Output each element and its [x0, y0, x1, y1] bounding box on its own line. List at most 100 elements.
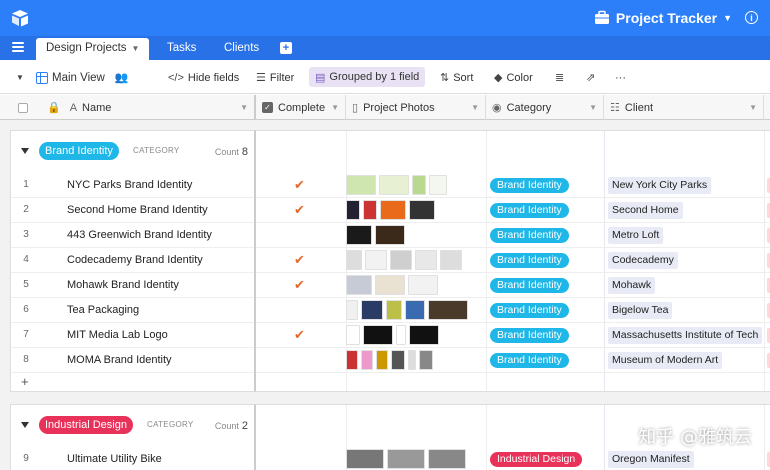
client-link-chip[interactable]: Bigelow Tea: [608, 302, 673, 319]
tab-design-projects[interactable]: Design Projects ▼: [36, 38, 150, 60]
select-all-checkbox[interactable]: [18, 102, 28, 113]
client-column-header[interactable]: ☷ Client ▼: [604, 95, 764, 120]
base-title-menu[interactable]: Project Tracker ▼: [594, 8, 732, 28]
table-row[interactable]: 1 NYC Parks Brand Identity: [11, 173, 254, 198]
group-header[interactable]: Brand Identity CATEGORY Count 8: [11, 131, 254, 173]
complete-column-header[interactable]: ✓ Complete ▼: [256, 95, 346, 120]
table-row[interactable]: ✔ Brand Identity Massachusetts Institute o…: [256, 323, 770, 348]
photo-thumbnail[interactable]: [363, 200, 377, 220]
photo-thumbnail[interactable]: [346, 200, 360, 220]
photo-thumbnail[interactable]: [346, 350, 358, 370]
category-pill[interactable]: Brand Identity: [490, 178, 569, 193]
table-row[interactable]: 9 Ultimate Utility Bike: [11, 447, 254, 470]
category-pill[interactable]: Brand Identity: [490, 353, 569, 368]
color-button[interactable]: ◆ Color: [494, 69, 533, 86]
photo-thumbnail[interactable]: [391, 350, 405, 370]
photo-thumbnail[interactable]: [346, 175, 376, 195]
photo-thumbnail[interactable]: [375, 225, 405, 245]
group-header[interactable]: Industrial Design CATEGORY Count 2: [11, 405, 254, 447]
info-icon[interactable]: i: [745, 11, 758, 24]
project-photos-cell[interactable]: [346, 325, 439, 345]
photo-thumbnail[interactable]: [396, 325, 406, 345]
photo-thumbnail[interactable]: [429, 175, 447, 195]
filter-button[interactable]: ☰ Filter: [256, 69, 294, 86]
photo-thumbnail[interactable]: [346, 275, 372, 295]
photo-thumbnail[interactable]: [390, 250, 412, 270]
photo-thumbnail[interactable]: [346, 449, 384, 469]
complete-check-icon[interactable]: ✔: [294, 252, 305, 268]
table-row[interactable]: ✔ Brand Identity Second Home: [256, 198, 770, 223]
complete-check-icon[interactable]: ✔: [294, 202, 305, 218]
project-photos-cell[interactable]: [346, 250, 462, 270]
record-name-cell[interactable]: NYC Parks Brand Identity: [67, 179, 192, 191]
complete-check-icon[interactable]: ✔: [294, 327, 305, 343]
record-name-cell[interactable]: Second Home Brand Identity: [67, 204, 208, 216]
photo-thumbnail[interactable]: [375, 275, 405, 295]
row-height-button[interactable]: ≣: [555, 69, 564, 86]
table-row[interactable]: 8 MOMA Brand Identity: [11, 348, 254, 373]
record-name-cell[interactable]: Ultimate Utility Bike: [67, 453, 162, 465]
photo-thumbnail[interactable]: [419, 350, 433, 370]
next-column-header[interactable]: [764, 95, 770, 120]
client-link-chip[interactable]: New York City Parks: [608, 177, 712, 194]
record-name-cell[interactable]: 443 Greenwich Brand Identity: [67, 229, 212, 241]
chevron-down-icon[interactable]: [21, 422, 29, 428]
category-pill[interactable]: Brand Identity: [490, 203, 569, 218]
category-pill[interactable]: Brand Identity: [490, 328, 569, 343]
photo-thumbnail[interactable]: [365, 250, 387, 270]
client-link-chip[interactable]: Codecademy: [608, 252, 678, 269]
table-row[interactable]: Brand Identity Museum of Modern Art: [256, 348, 770, 373]
project-photos-cell[interactable]: [346, 225, 405, 245]
share-view-button[interactable]: ⇗: [586, 69, 595, 86]
photo-thumbnail[interactable]: [386, 300, 402, 320]
photo-thumbnail[interactable]: [409, 325, 439, 345]
group-button[interactable]: ▤ Grouped by 1 field: [309, 67, 426, 87]
table-row[interactable]: ✔ Brand Identity Mohawk: [256, 273, 770, 298]
project-photos-cell[interactable]: [346, 449, 466, 469]
primary-column-header[interactable]: 🔒 A Name ▼: [0, 95, 256, 120]
more-button[interactable]: ···: [615, 69, 626, 86]
photo-thumbnail[interactable]: [376, 350, 388, 370]
table-row[interactable]: 2 Second Home Brand Identity: [11, 198, 254, 223]
project-photos-cell[interactable]: [346, 350, 433, 370]
photo-thumbnail[interactable]: [346, 325, 360, 345]
table-row[interactable]: 6 Tea Packaging: [11, 298, 254, 323]
category-pill[interactable]: Brand Identity: [490, 303, 569, 318]
record-name-cell[interactable]: MIT Media Lab Logo: [67, 329, 168, 341]
category-pill[interactable]: Brand Identity: [490, 278, 569, 293]
table-row[interactable]: Industrial Design Oregon Manifest: [256, 447, 770, 470]
photo-thumbnail[interactable]: [379, 175, 409, 195]
table-row[interactable]: 7 MIT Media Lab Logo: [11, 323, 254, 348]
view-switcher[interactable]: Main View 👥: [36, 69, 129, 86]
photo-thumbnail[interactable]: [380, 200, 406, 220]
table-row[interactable]: 4 Codecademy Brand Identity: [11, 248, 254, 273]
client-link-chip[interactable]: Oregon Manifest: [608, 451, 694, 468]
add-table-button[interactable]: +: [280, 42, 292, 54]
project-photos-cell[interactable]: [346, 200, 435, 220]
client-link-chip[interactable]: Massachusetts Institute of Tech: [608, 327, 763, 344]
photo-thumbnail[interactable]: [361, 300, 383, 320]
table-row[interactable]: 3 443 Greenwich Brand Identity: [11, 223, 254, 248]
photo-thumbnail[interactable]: [409, 200, 435, 220]
client-link-chip[interactable]: Second Home: [608, 202, 683, 219]
photo-thumbnail[interactable]: [363, 325, 393, 345]
photo-thumbnail[interactable]: [361, 350, 373, 370]
complete-check-icon[interactable]: ✔: [294, 177, 305, 193]
airtable-logo-icon[interactable]: [10, 8, 30, 28]
hide-fields-button[interactable]: </> Hide fields: [168, 69, 239, 86]
record-name-cell[interactable]: Codecademy Brand Identity: [67, 254, 203, 266]
photo-thumbnail[interactable]: [408, 350, 416, 370]
photo-thumbnail[interactable]: [408, 275, 438, 295]
menu-icon[interactable]: [12, 42, 24, 52]
record-name-cell[interactable]: Mohawk Brand Identity: [67, 279, 179, 291]
photo-thumbnail[interactable]: [405, 300, 425, 320]
view-collapse-toggle[interactable]: ▼: [16, 69, 24, 86]
client-link-chip[interactable]: Mohawk: [608, 277, 656, 294]
record-name-cell[interactable]: MOMA Brand Identity: [67, 354, 172, 366]
category-pill[interactable]: Brand Identity: [490, 228, 569, 243]
tab-tasks[interactable]: Tasks: [157, 38, 206, 60]
record-name-cell[interactable]: Tea Packaging: [67, 304, 139, 316]
category-pill[interactable]: Brand Identity: [490, 253, 569, 268]
complete-check-icon[interactable]: ✔: [294, 277, 305, 293]
photo-thumbnail[interactable]: [387, 449, 425, 469]
